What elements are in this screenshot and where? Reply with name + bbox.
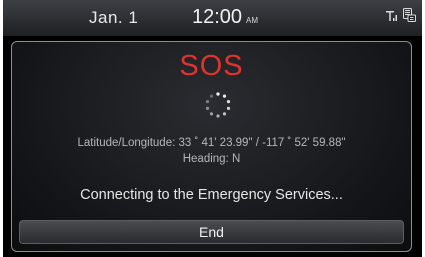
sos-dialog: SOS Latitude/Longitude: 33 ˚ 41' 23.99" …	[11, 41, 412, 252]
signal-icon	[386, 9, 398, 27]
clock-ampm: AM	[246, 16, 258, 25]
date-display: Jan. 1	[89, 8, 139, 27]
connecting-message: Connecting to the Emergency Services...	[80, 187, 343, 203]
phone-contacts-icon	[403, 8, 416, 27]
heading-text: Heading: N	[182, 153, 241, 165]
status-icons	[386, 8, 416, 27]
clock-time: 12:00	[192, 6, 243, 28]
status-bar: Jan. 1 12:00 AM	[3, 0, 422, 36]
sos-title: SOS	[179, 50, 244, 82]
coordinates-text: Latitude/Longitude: 33 ˚ 41' 23.99" / -1…	[77, 137, 346, 149]
loading-spinner-icon	[203, 90, 233, 120]
end-button[interactable]: End	[19, 220, 404, 244]
sos-screen: Jan. 1 12:00 AM SOS Latitude/Longitude: …	[3, 0, 422, 257]
